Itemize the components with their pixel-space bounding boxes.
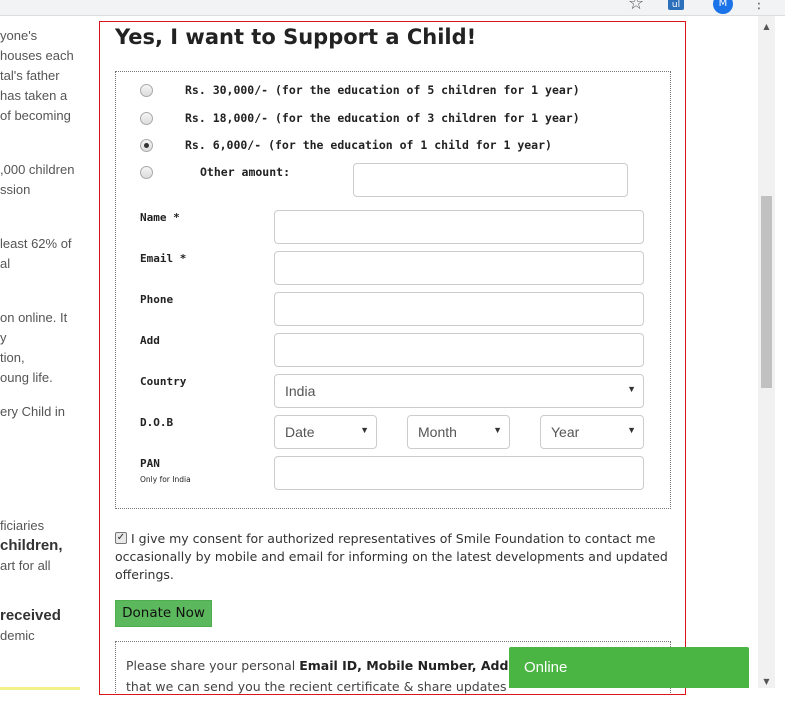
phone-input[interactable] xyxy=(274,292,644,326)
chevron-down-icon: ▼ xyxy=(360,425,369,435)
pan-label: PAN xyxy=(140,457,160,470)
name-label: Name * xyxy=(140,211,180,224)
article-line: received xyxy=(0,607,61,624)
article-line: least 62% of xyxy=(0,236,72,251)
article-line: yone's xyxy=(0,28,38,43)
chevron-down-icon: ▼ xyxy=(627,384,636,394)
form-title: Yes, I want to Support a Child! xyxy=(115,25,477,49)
avatar[interactable]: M xyxy=(713,0,733,14)
radio-button-selected[interactable] xyxy=(140,139,153,152)
article-line: of becoming xyxy=(0,108,71,123)
scroll-down-icon[interactable]: ▼ xyxy=(758,677,775,686)
scrollbar-thumb[interactable] xyxy=(761,196,772,388)
dob-label: D.O.B xyxy=(140,416,174,429)
address-label: Add xyxy=(140,334,160,347)
amount-option-label: Rs. 18,000/- (for the education of 3 chi… xyxy=(185,111,580,125)
other-amount-label: Other amount: xyxy=(200,165,291,179)
star-icon[interactable]: ☆ xyxy=(628,0,644,14)
article-line: ficiaries xyxy=(0,518,45,533)
pan-note: Only for India xyxy=(140,475,191,484)
chevron-down-icon: ▼ xyxy=(493,425,502,435)
browser-toolbar: ☆ ul M ⋮ xyxy=(0,0,785,16)
consent-text: I give my consent for authorized represe… xyxy=(115,531,668,582)
article-line: has taken a xyxy=(0,88,68,103)
amount-option-label: Rs. 30,000/- (for the education of 5 chi… xyxy=(185,83,580,97)
radio-button[interactable] xyxy=(140,112,153,125)
donate-now-button[interactable]: Donate Now xyxy=(115,600,212,627)
dob-date-value: Date xyxy=(285,424,315,440)
article-line: houses each xyxy=(0,48,74,63)
email-input[interactable] xyxy=(274,251,644,285)
more-vert-icon[interactable]: ⋮ xyxy=(752,0,766,12)
name-input[interactable] xyxy=(274,210,644,244)
dob-date-select[interactable]: Date ▼ xyxy=(274,415,377,449)
extension-icon[interactable]: ul xyxy=(668,0,684,10)
radio-button[interactable] xyxy=(140,166,153,179)
article-line: ery Child in xyxy=(0,404,66,419)
page-scrollbar[interactable]: ▲ ▼ xyxy=(758,16,775,688)
info-text-line2: that we can send you the recient certifi… xyxy=(126,679,507,694)
country-select[interactable]: India ▼ xyxy=(274,374,644,408)
info-text-bold: Email ID, Mobile Number, Address xyxy=(299,658,538,673)
article-line: ssion xyxy=(0,182,31,197)
amount-option-label: Rs. 6,000/- (for the education of 1 chil… xyxy=(185,138,552,152)
country-select-value: India xyxy=(285,383,316,399)
dob-month-select[interactable]: Month ▼ xyxy=(407,415,510,449)
address-input[interactable] xyxy=(274,333,644,367)
article-line: ,000 children xyxy=(0,162,75,177)
highlight-bar xyxy=(0,687,80,690)
email-label: Email * xyxy=(140,252,187,265)
info-text-prefix: Please share your personal xyxy=(126,658,300,673)
article-line: children, xyxy=(0,537,63,554)
article-line: oung life. xyxy=(0,370,53,385)
article-line: y xyxy=(0,330,7,345)
chevron-down-icon: ▼ xyxy=(627,425,636,435)
radio-button[interactable] xyxy=(140,84,153,97)
dob-month-value: Month xyxy=(418,424,457,440)
scroll-up-icon[interactable]: ▲ xyxy=(758,22,775,31)
country-label: Country xyxy=(140,375,187,388)
article-line: on online. It xyxy=(0,310,68,325)
article-line: demic xyxy=(0,628,35,643)
article-line: art for all xyxy=(0,558,51,573)
phone-label: Phone xyxy=(140,293,174,306)
donation-form: Yes, I want to Support a Child! Rs. 30,0… xyxy=(99,21,686,695)
article-text-column: yone's houses each tal's father has take… xyxy=(0,16,95,688)
pan-input[interactable] xyxy=(274,456,644,490)
dob-year-select[interactable]: Year ▼ xyxy=(540,415,644,449)
other-amount-input[interactable] xyxy=(353,163,628,197)
dob-year-value: Year xyxy=(551,424,580,440)
article-line: tal's father xyxy=(0,68,60,83)
article-line: tion, xyxy=(0,350,25,365)
amount-and-details-box: Rs. 30,000/- (for the education of 5 chi… xyxy=(115,71,671,509)
online-chat-widget[interactable]: Online xyxy=(509,647,749,688)
article-line: al xyxy=(0,256,11,271)
